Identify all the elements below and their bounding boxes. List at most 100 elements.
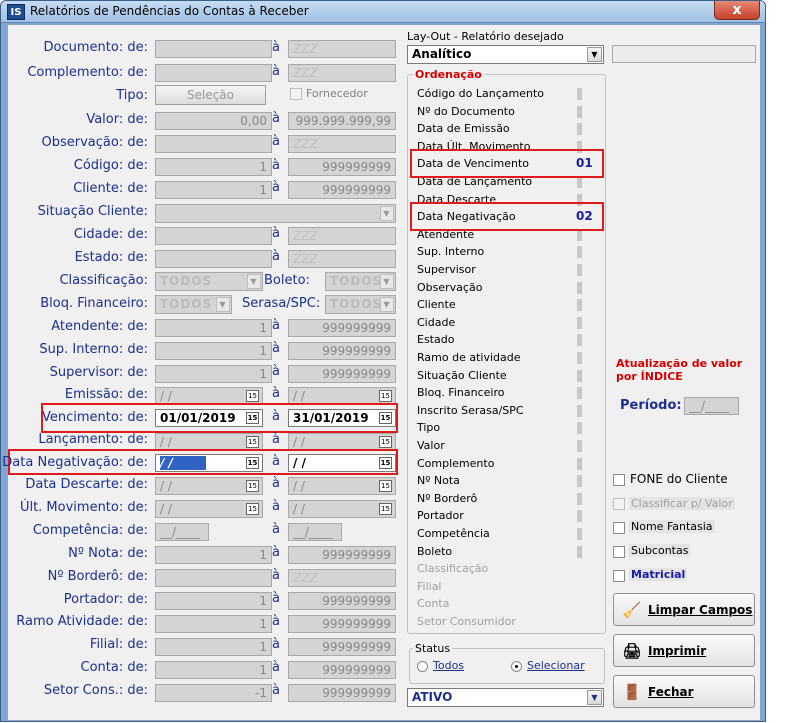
ordenacao-item[interactable]: Competência	[417, 527, 490, 540]
calendar-icon[interactable]: 15	[379, 436, 392, 448]
fornecedor-checkbox[interactable]	[290, 88, 302, 100]
status-combo[interactable]: ATIVO ▼	[407, 688, 604, 707]
calendar-icon[interactable]: 15	[246, 457, 259, 469]
ordenacao-item[interactable]: Tipo	[417, 421, 440, 434]
imprimir-button[interactable]: 🖨 Imprimir	[613, 634, 755, 667]
ramo-atividade-to-field[interactable]: 999999999	[288, 615, 396, 633]
nota-from-field[interactable]: 1	[155, 546, 272, 564]
data-descarte-to-field[interactable]: / / 15	[288, 477, 396, 495]
nome-fantasia-checkbox[interactable]	[613, 522, 625, 534]
chevron-down-icon[interactable]: ▼	[380, 206, 394, 221]
ordenacao-item[interactable]: Filial	[417, 580, 442, 593]
ordenacao-item[interactable]: Inscrito Serasa/SPC	[417, 404, 524, 417]
calendar-icon[interactable]: 15	[379, 412, 392, 424]
periodo-field[interactable]: __/____	[684, 397, 739, 415]
bordero-from-field[interactable]	[155, 569, 272, 587]
sup-interno-from-field[interactable]: 1	[155, 342, 272, 360]
bloq-financeiro-combo[interactable]: TODOS ▼	[155, 295, 232, 314]
supervisor-to-field[interactable]: 999999999	[288, 365, 396, 383]
chevron-down-icon[interactable]: ▼	[587, 690, 602, 705]
calendar-icon[interactable]: 15	[379, 457, 392, 469]
complemento-to-field[interactable]: ZZZ	[288, 64, 396, 82]
estado-to-field[interactable]: ZZZ	[288, 250, 396, 268]
codigo-from-field[interactable]: 1	[155, 158, 272, 176]
filial-to-field[interactable]: 999999999	[288, 638, 396, 656]
atendente-to-field[interactable]: 999999999	[288, 319, 396, 337]
data-negativacao-to-field[interactable]: / / 15	[288, 454, 396, 472]
calendar-icon[interactable]: 15	[379, 390, 392, 402]
matricial-checkbox[interactable]	[613, 570, 625, 582]
competencia-from-field[interactable]: __/____	[155, 523, 209, 541]
serasa-spc-combo[interactable]: TODOS ▼	[325, 295, 396, 314]
competencia-to-field[interactable]: __/____	[288, 523, 342, 541]
documento-from-field[interactable]	[155, 40, 272, 58]
estado-from-field[interactable]	[155, 250, 272, 268]
bordero-to-field[interactable]: ZZZ	[288, 569, 396, 587]
chevron-down-icon[interactable]: ▼	[587, 47, 602, 62]
ordenacao-item[interactable]: Data de Emissão	[417, 122, 510, 135]
observacao-from-field[interactable]	[155, 135, 272, 153]
cidade-to-field[interactable]: ZZZ	[288, 227, 396, 245]
conta-to-field[interactable]: 999999999	[288, 661, 396, 679]
documento-to-field[interactable]: ZZZ	[288, 40, 396, 58]
layout-select[interactable]: Analítico ▼	[407, 45, 604, 64]
ordenacao-item[interactable]: Nº do Documento	[417, 105, 515, 118]
chevron-down-icon[interactable]: ▼	[247, 274, 261, 289]
classificacao-combo[interactable]: TODOS ▼	[155, 272, 263, 291]
ordenacao-item[interactable]: Estado	[417, 333, 454, 346]
calendar-icon[interactable]: 15	[246, 412, 259, 424]
valor-to-field[interactable]: 999.999.999,99	[288, 112, 396, 130]
vencimento-to-field[interactable]: 31/01/2019 15	[288, 409, 396, 427]
boleto-combo[interactable]: TODOS ▼	[325, 272, 396, 291]
cidade-from-field[interactable]	[155, 227, 272, 245]
complemento-from-field[interactable]	[155, 64, 272, 82]
ordenacao-item[interactable]: Cliente	[417, 298, 456, 311]
vencimento-from-field[interactable]: 01/01/2019 15	[155, 409, 263, 427]
ordenacao-item[interactable]: Nº Borderô	[417, 492, 477, 505]
ordenacao-item[interactable]: Observação	[417, 281, 482, 294]
ordenacao-item[interactable]: Bloq. Financeiro	[417, 386, 504, 399]
portador-to-field[interactable]: 999999999	[288, 592, 396, 610]
filial-from-field[interactable]: 1	[155, 638, 272, 656]
calendar-icon[interactable]: 15	[246, 480, 259, 492]
subcontas-checkbox[interactable]	[613, 546, 625, 558]
ordenacao-item[interactable]: Complemento	[417, 457, 494, 470]
ordenacao-item[interactable]: Valor	[417, 439, 445, 452]
selecao-button[interactable]: Seleção	[155, 85, 266, 105]
ult-movimento-from-field[interactable]: / / 15	[155, 500, 263, 518]
ult-movimento-to-field[interactable]: / / 15	[288, 500, 396, 518]
situacao-cliente-combo[interactable]: ▼	[155, 204, 396, 223]
calendar-icon[interactable]: 15	[379, 503, 392, 515]
selecionar-radio[interactable]	[511, 661, 522, 672]
calendar-icon[interactable]: 15	[246, 503, 259, 515]
ordenacao-item[interactable]: Conta	[417, 597, 449, 610]
ordenacao-item[interactable]: Setor Consumidor	[417, 615, 516, 628]
atendente-from-field[interactable]: 1	[155, 319, 272, 337]
ordenacao-item[interactable]: Ramo de atividade	[417, 351, 520, 364]
codigo-to-field[interactable]: 999999999	[288, 158, 396, 176]
calendar-icon[interactable]: 15	[246, 436, 259, 448]
chevron-down-icon[interactable]: ▼	[380, 274, 394, 289]
todos-radio[interactable]	[417, 661, 428, 672]
ordenacao-item[interactable]: Portador	[417, 509, 464, 522]
ordenacao-item[interactable]: Sup. Interno	[417, 245, 484, 258]
chevron-down-icon[interactable]: ▼	[380, 297, 394, 312]
nota-to-field[interactable]: 999999999	[288, 546, 396, 564]
data-descarte-from-field[interactable]: / / 15	[155, 477, 263, 495]
fone-cliente-checkbox[interactable]	[613, 474, 625, 486]
data-negativacao-from-field[interactable]: / / 15	[155, 454, 263, 472]
ordenacao-item[interactable]: Boleto	[417, 545, 452, 558]
ramo-atividade-from-field[interactable]: 1	[155, 615, 272, 633]
ordenacao-item[interactable]: Código do Lançamento	[417, 87, 544, 100]
ordenacao-item[interactable]: Classificação	[417, 562, 488, 575]
cliente-to-field[interactable]: 999999999	[288, 181, 396, 199]
conta-from-field[interactable]: 1	[155, 661, 272, 679]
ordenacao-item[interactable]: Situação Cliente	[417, 369, 507, 382]
supervisor-from-field[interactable]: 1	[155, 365, 272, 383]
setor-cons-to-field[interactable]: 999999999	[288, 684, 396, 702]
cliente-from-field[interactable]: 1	[155, 181, 272, 199]
calendar-icon[interactable]: 15	[379, 480, 392, 492]
ordenacao-item[interactable]: Cidade	[417, 316, 455, 329]
fechar-button[interactable]: 🚪 Fechar	[613, 675, 755, 708]
ordenacao-item[interactable]: Supervisor	[417, 263, 476, 276]
